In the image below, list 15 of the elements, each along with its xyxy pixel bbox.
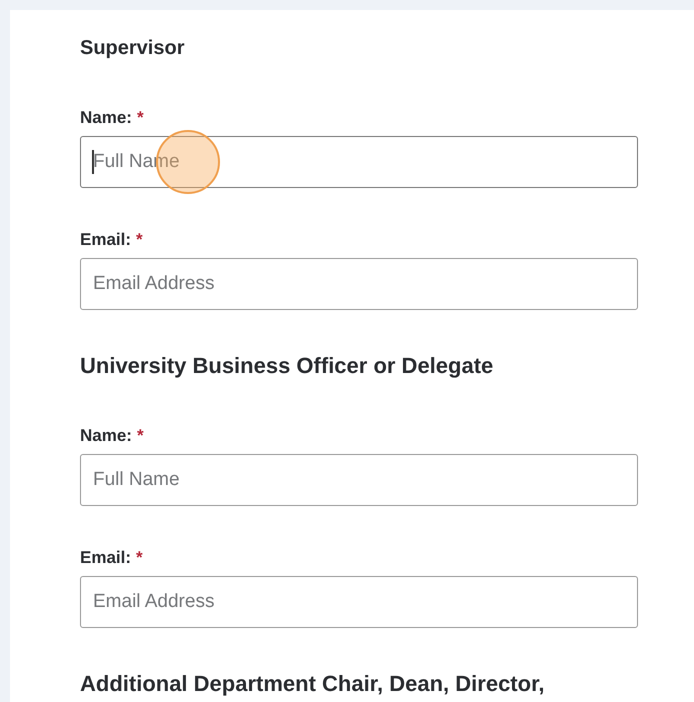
text-caret	[92, 150, 94, 174]
field-label: Name:	[80, 426, 132, 446]
field-label: Email:	[80, 230, 132, 250]
section-heading: University Business Officer or Delegate	[80, 352, 494, 380]
input-field[interactable]: Email Address	[80, 258, 638, 310]
required-mark: *	[136, 426, 144, 446]
required-mark: *	[136, 548, 143, 568]
input-field[interactable]: Email Address	[80, 576, 638, 628]
required-mark: *	[136, 230, 143, 250]
field-label: Email:	[80, 548, 132, 568]
required-mark: *	[136, 108, 144, 128]
section-heading: Additional Department Chair, Dean, Director,	[80, 670, 546, 698]
field-label: Name:	[80, 108, 132, 128]
section-heading: Supervisor	[80, 36, 186, 61]
input-field[interactable]: Full Name	[80, 454, 638, 506]
